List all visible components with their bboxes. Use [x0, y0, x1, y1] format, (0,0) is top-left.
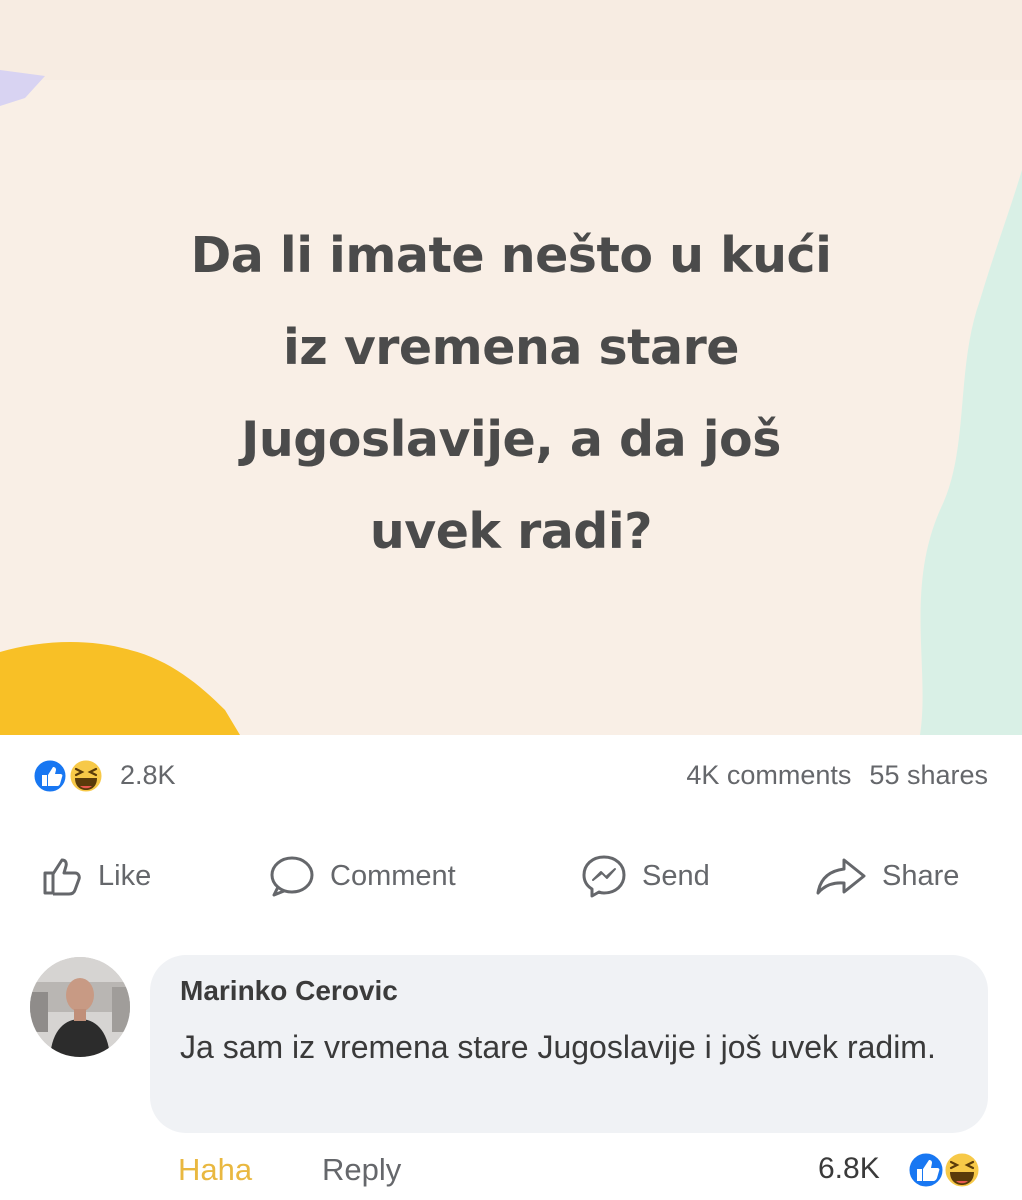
- comment-label: Comment: [330, 859, 456, 892]
- thumbs-up-icon: [43, 858, 81, 896]
- like-button[interactable]: Like: [40, 848, 151, 904]
- like-label: Like: [98, 859, 152, 892]
- comment-bubble: Marinko Cerovic Ja sam iz vremena stare …: [150, 955, 988, 1133]
- share-button[interactable]: Share: [814, 848, 959, 904]
- comments-shares: 4K comments 55 shares: [668, 760, 988, 791]
- haha-icon: [942, 1150, 982, 1190]
- send-label: Send: [642, 859, 710, 892]
- comment-item: Marinko Cerovic Ja sam iz vremena stare …: [0, 945, 1022, 1145]
- post-action-bar: Like Comment Send Share: [0, 840, 1022, 910]
- comment-haha-button[interactable]: Haha: [178, 1152, 252, 1188]
- shares-count[interactable]: 55 shares: [869, 760, 988, 790]
- comment-button[interactable]: Comment: [268, 848, 456, 904]
- purple-corner-shape: [0, 70, 45, 106]
- messenger-icon: [582, 855, 626, 898]
- comment-text: Ja sam iz vremena stare Jugoslavije i jo…: [180, 1029, 936, 1065]
- post-stats-bar: 2.8K 4K comments 55 shares: [0, 750, 1022, 802]
- share-label: Share: [882, 859, 960, 892]
- post-background: Da li imate nešto u kući iz vremena star…: [0, 0, 1022, 735]
- comment-action-bar: Haha Reply 6.8K: [0, 1148, 1022, 1200]
- post-question-text: Da li imate nešto u kući iz vremena star…: [190, 227, 832, 560]
- person-photo-icon: [30, 957, 130, 1057]
- comments-count[interactable]: 4K comments: [686, 760, 851, 790]
- share-arrow-icon: [816, 858, 866, 895]
- comment-reaction-icons[interactable]: [904, 1148, 984, 1192]
- comment-author[interactable]: Marinko Cerovic: [180, 975, 398, 1007]
- reaction-icons[interactable]: [30, 756, 112, 796]
- send-button[interactable]: Send: [580, 848, 710, 904]
- comment-reply-button[interactable]: Reply: [322, 1152, 401, 1188]
- yellow-blob-shape: [0, 641, 240, 735]
- commenter-avatar[interactable]: [30, 957, 130, 1057]
- comment-reactions-count[interactable]: 6.8K: [818, 1152, 880, 1186]
- like-icon: [906, 1150, 946, 1190]
- reactions-count[interactable]: 2.8K: [120, 760, 176, 791]
- post-top-band: [0, 0, 1022, 80]
- like-icon: [31, 757, 69, 795]
- comment-bubble-icon: [270, 856, 314, 897]
- haha-icon: [67, 757, 105, 795]
